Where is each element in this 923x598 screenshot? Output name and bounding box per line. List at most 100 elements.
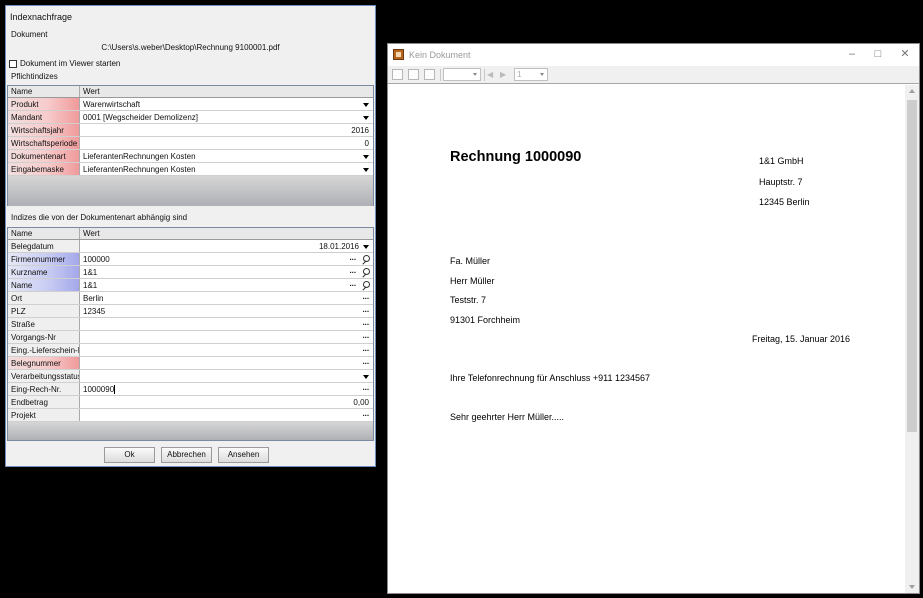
dropdown-arrow-icon[interactable] [363, 155, 369, 159]
index-value-cell[interactable]: 1&1 ··· [80, 266, 373, 278]
dependent-section-label: Indizes die von der Dokumentenart abhäng… [11, 213, 188, 222]
index-row-endbetrag[interactable]: Endbetrag 0,00 [8, 396, 373, 409]
maximize-icon[interactable]: □ [869, 46, 887, 62]
search-icon[interactable] [361, 268, 370, 277]
index-value-cell[interactable]: ··· [80, 344, 373, 356]
index-row-belegnummer[interactable]: Belegnummer ··· [8, 357, 373, 370]
index-row-kurzname[interactable]: Kurzname 1&1 ··· [8, 266, 373, 279]
index-value-text: 1&1 [83, 281, 98, 290]
index-row-wirtschaftsjahr[interactable]: Wirtschaftsjahr 2016 [8, 124, 373, 137]
index-value-cell[interactable]: Warenwirtschaft [80, 98, 373, 110]
page-view-icon[interactable] [408, 69, 419, 80]
minimize-icon[interactable]: – [843, 46, 861, 62]
ellipsis-button[interactable]: ··· [363, 318, 370, 331]
index-value-text: 2016 [351, 126, 369, 135]
index-value-cell[interactable]: 1000090 ··· [80, 383, 373, 395]
index-value-cell[interactable]: LieferantenRechnungen Kosten [80, 163, 373, 175]
index-value-cell[interactable]: 2016 [80, 124, 373, 136]
column-header-value: Wert [83, 229, 100, 238]
vertical-scrollbar[interactable] [905, 85, 919, 593]
open-document-icon[interactable] [392, 69, 403, 80]
ellipsis-button[interactable]: ··· [350, 279, 357, 292]
index-value-cell[interactable]: 0 [80, 137, 373, 149]
index-name-cell: Dokumentenart [8, 150, 80, 162]
ellipsis-button[interactable]: ··· [350, 253, 357, 266]
recipient-city: 91301 Forchheim [450, 315, 521, 325]
ellipsis-button[interactable]: ··· [363, 409, 370, 422]
index-value-cell[interactable]: ··· [80, 409, 373, 421]
index-row-plz[interactable]: PLZ 12345 ··· [8, 305, 373, 318]
index-value-cell[interactable]: 0,00 [80, 396, 373, 408]
dropdown-arrow-icon[interactable] [363, 116, 369, 120]
index-value-text: 12345 [83, 307, 106, 316]
dropdown-arrow-icon[interactable] [363, 168, 369, 172]
index-value-cell[interactable]: LieferantenRechnungen Kosten [80, 150, 373, 162]
sender-city: 12345 Berlin [759, 197, 810, 207]
index-row-ort[interactable]: Ort Berlin ··· [8, 292, 373, 305]
ok-button[interactable]: Ok [104, 447, 155, 463]
ellipsis-button[interactable]: ··· [363, 357, 370, 370]
index-name-cell: Straße [8, 318, 80, 330]
index-value-cell[interactable]: 100000 ··· [80, 253, 373, 265]
search-icon[interactable] [361, 281, 370, 290]
viewer-checkbox-row[interactable]: Dokument im Viewer starten [9, 59, 120, 68]
viewer-app-icon [393, 49, 404, 60]
dropdown-arrow-icon[interactable] [363, 375, 369, 379]
dropdown-arrow-icon[interactable] [363, 245, 369, 249]
index-row-name[interactable]: Name 1&1 ··· [8, 279, 373, 292]
index-value-cell[interactable]: Berlin ··· [80, 292, 373, 304]
cancel-button[interactable]: Abbrechen [161, 447, 212, 463]
ellipsis-button[interactable]: ··· [363, 344, 370, 357]
ellipsis-button[interactable]: ··· [363, 305, 370, 318]
view-button[interactable]: Ansehen [218, 447, 269, 463]
document-subject: Ihre Telefonrechnung für Anschluss +911 … [450, 373, 651, 383]
index-row-projekt[interactable]: Projekt ··· [8, 409, 373, 422]
index-row-wirtschaftsperiode[interactable]: Wirtschaftsperiode 0 [8, 137, 373, 150]
index-row-strasse[interactable]: Straße ··· [8, 318, 373, 331]
index-row-belegdatum[interactable]: Belegdatum 18.01.2016 [8, 240, 373, 253]
index-row-firmennummer[interactable]: Firmennummer 100000 ··· [8, 253, 373, 266]
index-row-eing-rech-nr[interactable]: Eing-Rech-Nr. 1000090 ··· [8, 383, 373, 396]
index-name-cell: Mandant [8, 111, 80, 123]
index-value-cell[interactable]: ··· [80, 331, 373, 343]
index-row-verarbeitungsstatus[interactable]: Verarbeitungsstatus [8, 370, 373, 383]
next-page-icon[interactable]: ▶ [500, 70, 506, 79]
index-value-text: 1000090 [83, 385, 115, 394]
scroll-up-icon[interactable] [909, 89, 915, 93]
close-icon[interactable]: ✕ [896, 46, 914, 62]
mandatory-index-grid: Name Wert Produkt Warenwirtschaft Mandant 0… [7, 85, 374, 206]
index-value-cell[interactable]: 0001 [Wegscheider Demolizenz] [80, 111, 373, 123]
ellipsis-button[interactable]: ··· [363, 331, 370, 344]
dropdown-arrow-icon[interactable] [363, 103, 369, 107]
ellipsis-button[interactable]: ··· [350, 266, 357, 279]
index-row-mandant[interactable]: Mandant 0001 [Wegscheider Demolizenz] [8, 111, 373, 124]
search-icon[interactable] [361, 255, 370, 264]
two-page-view-icon[interactable] [424, 69, 435, 80]
index-name-cell: Eing-Rech-Nr. [8, 383, 80, 395]
zoom-select[interactable] [443, 68, 481, 81]
scroll-down-icon[interactable] [909, 585, 915, 589]
index-row-eingabemaske[interactable]: Eingabemaske LieferantenRechnungen Kosten [8, 163, 373, 176]
index-value-text: LieferantenRechnungen Kosten [83, 152, 196, 161]
index-value-cell[interactable]: ··· [80, 318, 373, 330]
document-viewer-window: Kein Dokument – □ ✕ ◀ ▶ 1 Rechnung 10000… [387, 43, 920, 594]
index-row-eing-lieferschein-n[interactable]: Eing.-Lieferschein-N ··· [8, 344, 373, 357]
index-value-text: 100000 [83, 255, 110, 264]
grid-empty-area [8, 176, 373, 206]
ellipsis-button[interactable]: ··· [363, 292, 370, 305]
index-row-vorgangs-nr[interactable]: Vorgangs-Nr ··· [8, 331, 373, 344]
index-value-cell[interactable]: ··· [80, 357, 373, 369]
viewer-checkbox[interactable] [9, 59, 17, 68]
previous-page-icon[interactable]: ◀ [487, 70, 493, 79]
index-row-dokumentenart[interactable]: Dokumentenart LieferantenRechnungen Koste… [8, 150, 373, 163]
index-value-text: 0001 [Wegscheider Demolizenz] [83, 113, 199, 122]
index-value-text: LieferantenRechnungen Kosten [83, 165, 196, 174]
index-value-cell[interactable] [80, 370, 373, 382]
index-value-cell[interactable]: 18.01.2016 [80, 240, 373, 252]
page-select[interactable]: 1 [514, 68, 548, 81]
index-row-produkt[interactable]: Produkt Warenwirtschaft [8, 98, 373, 111]
ellipsis-button[interactable]: ··· [363, 383, 370, 396]
scroll-thumb[interactable] [907, 100, 917, 432]
index-value-cell[interactable]: 1&1 ··· [80, 279, 373, 291]
index-value-cell[interactable]: 12345 ··· [80, 305, 373, 317]
